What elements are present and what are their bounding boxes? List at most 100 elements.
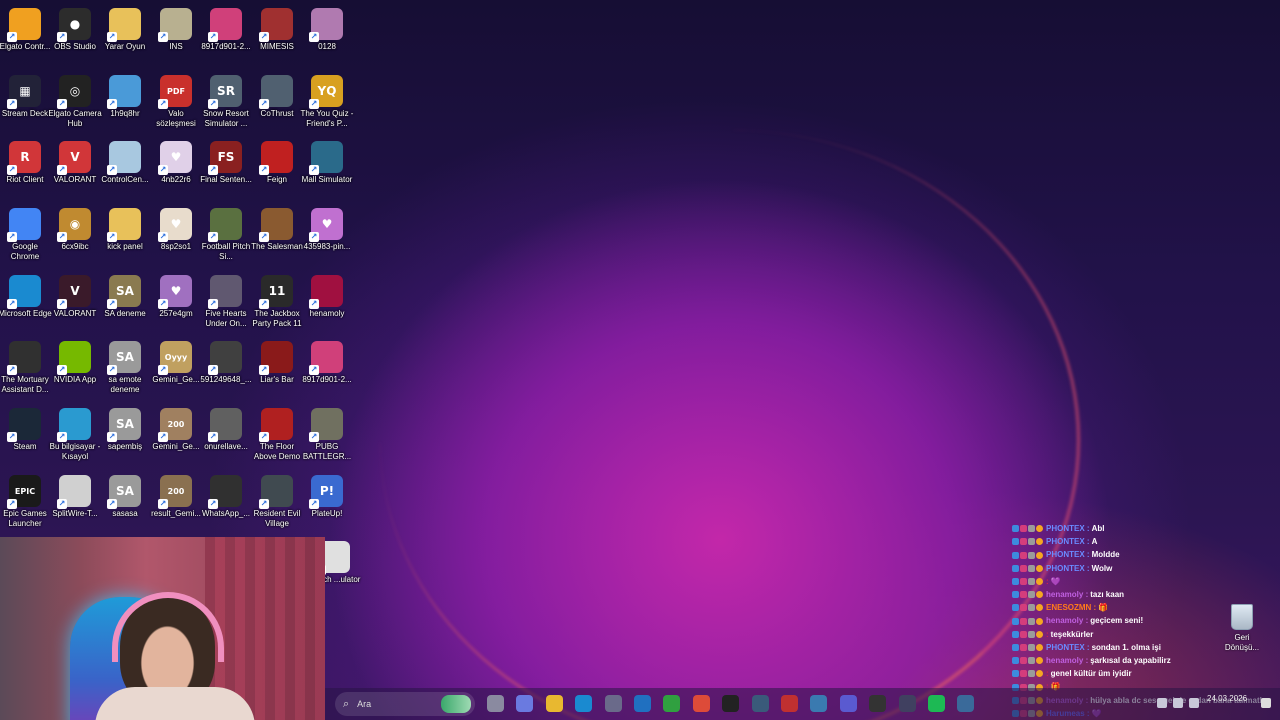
chat-username: PHONTEX :	[1046, 550, 1090, 560]
desktop-icon[interactable]: ↗ ControlCen...	[97, 137, 153, 185]
desktop-icon[interactable]: ↗ 8917d901-2...	[299, 337, 355, 385]
desktop-icon[interactable]: ↗ 591249648_...	[198, 337, 254, 385]
desktop-icon[interactable]: P! ↗ PlateUp!	[299, 471, 355, 519]
shortcut-arrow-icon: ↗	[309, 32, 319, 42]
desktop-icon[interactable]: ↗ CoThrust	[249, 71, 305, 119]
taskbar-app-app-blue-icon[interactable]	[810, 695, 828, 712]
desktop-icon[interactable]: SA ↗ SA deneme	[97, 271, 153, 319]
desktop-icon[interactable]: 200 ↗ result_Gemi...	[148, 471, 204, 519]
taskbar-app-app-grey-icon[interactable]	[898, 695, 916, 712]
desktop-icon[interactable]: R ↗ Riot Client	[0, 137, 53, 185]
desktop-icon[interactable]: ↗ Five Hearts Under On...	[198, 271, 254, 329]
desktop-icon[interactable]: ↗ Microsoft Edge	[0, 271, 53, 319]
desktop-icon-label: VALORANT	[53, 175, 97, 184]
desktop-icon[interactable]: ↗ kick panel	[97, 204, 153, 252]
taskbar-app-steam-icon[interactable]	[751, 695, 769, 712]
desktop-icon[interactable]: V ↗ VALORANT	[47, 271, 103, 319]
taskbar-app-store-icon[interactable]	[604, 695, 622, 712]
taskbar-app-epic-icon[interactable]	[722, 695, 740, 712]
desktop-icon[interactable]: ↗ Elgato Contr...	[0, 4, 53, 52]
desktop-icon-label: PUBG BATTLEGR...	[302, 442, 352, 461]
desktop-icon[interactable]: ↗ Yarar Oyun	[97, 4, 153, 52]
shortcut-arrow-icon: ↗	[107, 99, 117, 109]
desktop-icon[interactable]: ↗ 8917d901-2...	[198, 4, 254, 52]
desktop-icon[interactable]: ↗ Feign	[249, 137, 305, 185]
taskbar-clock[interactable]: 24.03.2026	[1207, 694, 1247, 704]
tray-volume-icon[interactable]	[1173, 698, 1183, 708]
desktop-icon[interactable]: ↗ henamoly	[299, 271, 355, 319]
desktop-icon[interactable]: SR ↗ Snow Resort Simulator ...	[198, 71, 254, 129]
desktop-icon[interactable]: ↗ SplitWire-T...	[47, 471, 103, 519]
tray-battery-icon[interactable]	[1189, 698, 1199, 708]
desktop-icon[interactable]: ↗ Mall Simulator	[299, 137, 355, 185]
desktop-icon[interactable]: ♥ ↗ 4nb22r6	[148, 137, 204, 185]
desktop-icon[interactable]: 11 ↗ The Jackbox Party Pack 11	[249, 271, 305, 329]
chat-message-text: şarkısal da yapabilirz	[1090, 656, 1171, 666]
desktop-icon[interactable]: ↗ 0128	[299, 4, 355, 52]
desktop-icon[interactable]: ↗ Bu bilgisayar - Kısayol	[47, 404, 103, 462]
taskbar-app-file-explorer-icon[interactable]	[545, 695, 563, 712]
notification-icon[interactable]	[1261, 698, 1271, 708]
desktop-icon-label: Google Chrome	[10, 242, 40, 261]
desktop-icon[interactable]: ↗ NVIDIA App	[47, 337, 103, 385]
desktop-icon-label: The Mortuary Assistant D...	[1, 375, 49, 394]
tray-network-icon[interactable]	[1157, 698, 1167, 708]
desktop-icon-label: 1h9q8hr	[110, 109, 140, 118]
desktop-icon[interactable]: ◉ ↗ 6cx9ibc	[47, 204, 103, 252]
desktop-icon[interactable]: ↗ The Salesman	[249, 204, 305, 252]
taskbar-app-chrome-icon[interactable]	[692, 695, 710, 712]
chat-badge-icon	[1028, 591, 1035, 599]
desktop-icon[interactable]: ↗ Steam	[0, 404, 53, 452]
desktop-icon[interactable]: ▦ ↗ Stream Deck	[0, 71, 53, 119]
desktop-icon[interactable]: 200 ↗ Gemini_Ge...	[148, 404, 204, 452]
desktop-icon[interactable]: ● ↗ OBS Studio	[47, 4, 103, 52]
desktop-icon[interactable]: ↗ INS	[148, 4, 204, 52]
chat-message: henamoly : şarkısal da yapabilirz	[1012, 654, 1272, 667]
desktop-icon-label: Liar's Bar	[260, 375, 294, 384]
search-icon: ⌕	[343, 697, 350, 710]
taskbar-app-spotify-icon[interactable]	[928, 695, 945, 712]
desktop-icon[interactable]: ♥ ↗ 435983-pin...	[299, 204, 355, 252]
taskbar-app-app-purple-icon[interactable]	[839, 695, 857, 712]
taskbar-app-xbox-icon[interactable]	[663, 695, 681, 712]
chat-badges	[1012, 617, 1043, 625]
taskbar-app-obs-icon[interactable]	[869, 695, 887, 712]
desktop-icon[interactable]: ↗ Football Pitch Si...	[198, 204, 254, 262]
desktop-icon[interactable]: ↗ onurellave...	[198, 404, 254, 452]
desktop-icon[interactable]: SA ↗ sapembiş	[97, 404, 153, 452]
desktop-icon[interactable]: ↗ PUBG BATTLEGR...	[299, 404, 355, 462]
shortcut-arrow-icon: ↗	[57, 432, 67, 442]
taskbar-app-steam-2-icon[interactable]	[957, 695, 975, 712]
taskbar-app-edge-icon[interactable]	[575, 695, 593, 712]
shortcut-arrow-icon: ↗	[7, 499, 17, 509]
taskbar-app-copilot-icon[interactable]	[516, 695, 534, 712]
chat-badge-icon	[1028, 630, 1035, 638]
desktop-icon[interactable]: ↗ The Floor Above Demo	[249, 404, 305, 462]
desktop-icon[interactable]: V ↗ VALORANT	[47, 137, 103, 185]
desktop-icon[interactable]: FS ↗ Final Senten...	[198, 137, 254, 185]
desktop-icon[interactable]: ↗ WhatsApp_...	[198, 471, 254, 519]
desktop-icon[interactable]: ↗ Liar's Bar	[249, 337, 305, 385]
taskbar-app-task-view-icon[interactable]	[487, 695, 504, 712]
taskbar-app-app-red-icon[interactable]	[781, 695, 798, 712]
desktop-icon[interactable]: ↗ The Mortuary Assistant D...	[0, 337, 53, 395]
webcam-streamer-body	[95, 687, 255, 720]
desktop-icon[interactable]: Oyyy ↗ Gemini_Ge...	[148, 337, 204, 385]
desktop-icon[interactable]: EPIC ↗ Epic Games Launcher	[0, 471, 53, 529]
recycle-bin[interactable]: Geri Dönüşü...	[1220, 604, 1264, 653]
desktop-icon[interactable]: ♥ ↗ 8sp2so1	[148, 204, 204, 252]
desktop-icon[interactable]: ♥ ↗ 257e4gm	[148, 271, 204, 319]
desktop-icon[interactable]: SA ↗ sa emote deneme	[97, 337, 153, 395]
taskbar-app-outlook-icon[interactable]	[634, 695, 651, 712]
chat-message-text: 🎁	[1098, 603, 1109, 613]
desktop-icon[interactable]: ↗ MIMESIS	[249, 4, 305, 52]
desktop-icon[interactable]: ◎ ↗ Elgato Camera Hub	[47, 71, 103, 129]
desktop-icon[interactable]: ↗ 1h9q8hr	[97, 71, 153, 119]
desktop-icon[interactable]: PDF ↗ Valo sözleşmesi	[148, 71, 204, 129]
taskbar-search-box[interactable]: ⌕ Ara	[335, 692, 475, 716]
desktop-icon[interactable]: SA ↗ sasasa	[97, 471, 153, 519]
desktop-icon[interactable]: ↗ Resident Evil Village	[249, 471, 305, 529]
desktop-icon[interactable]: ↗ Google Chrome	[0, 204, 53, 262]
desktop-icon-image: 200 ↗	[158, 408, 192, 442]
desktop-icon[interactable]: YQ ↗ The You Quiz - Friend's P...	[299, 71, 355, 129]
